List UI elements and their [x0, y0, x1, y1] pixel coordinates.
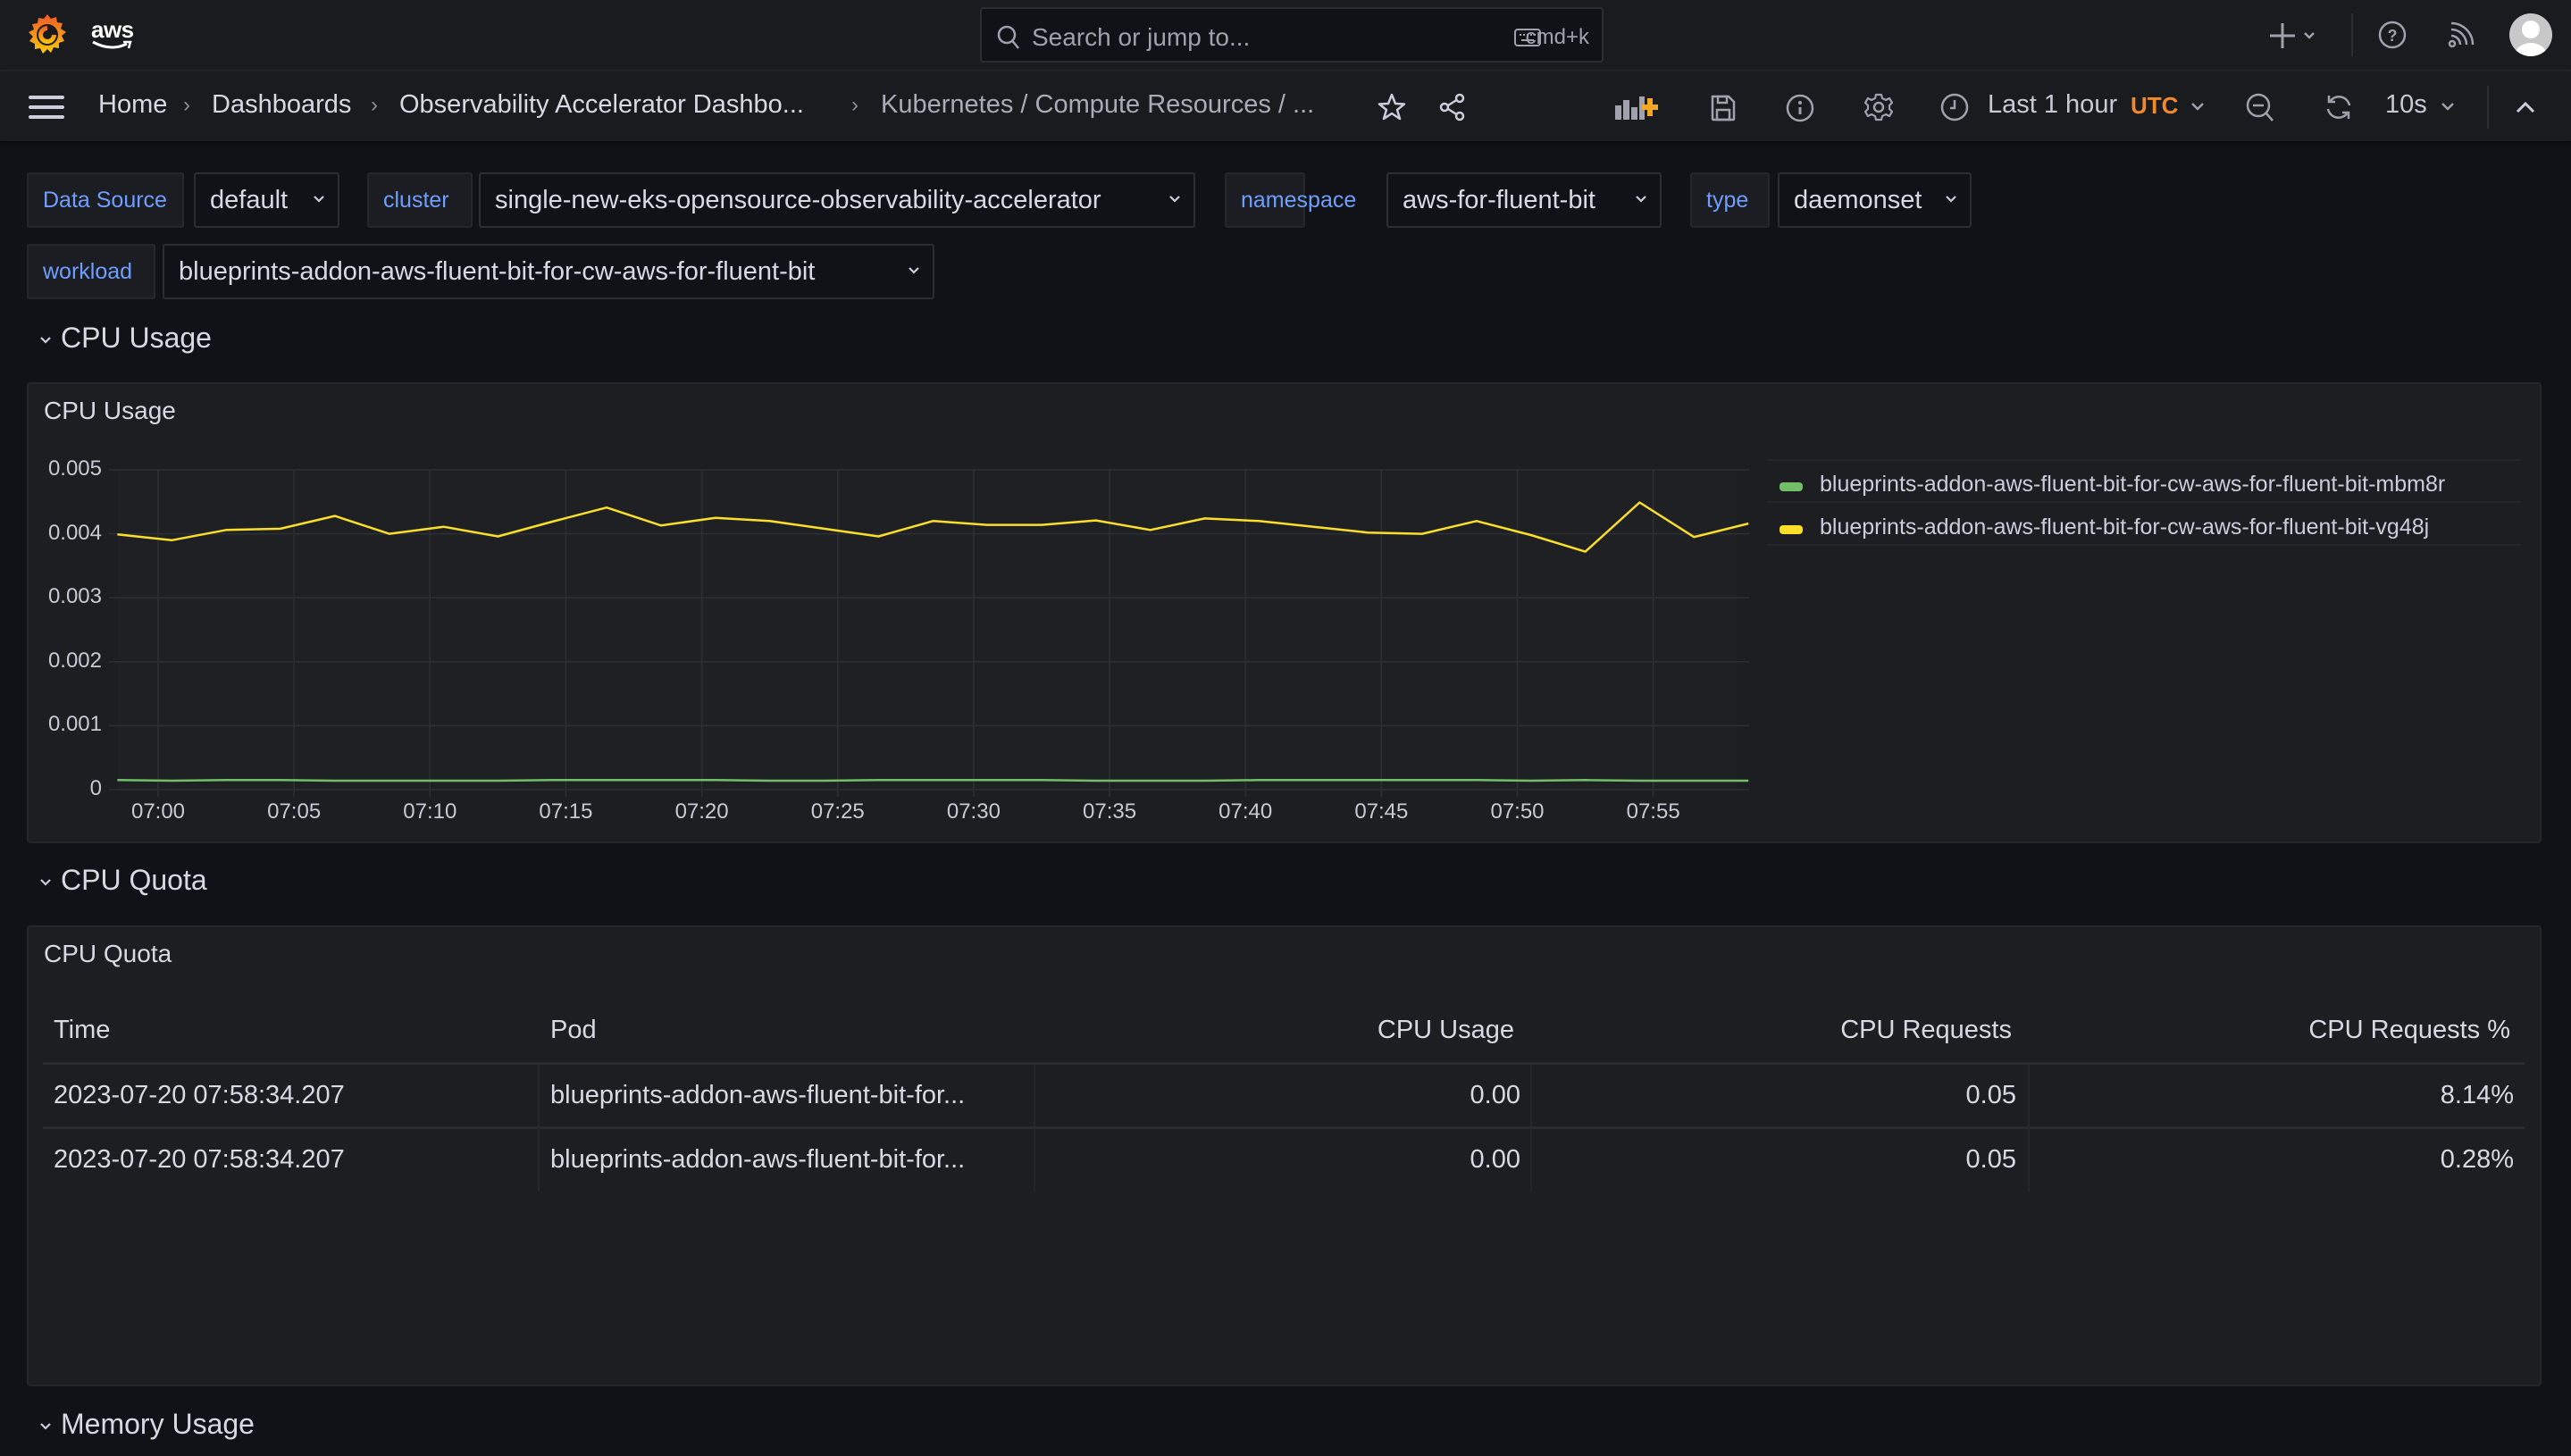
x-tick-label: 07:30 — [946, 799, 1001, 824]
cell-pod: blueprints-addon-aws-fluent-bit-for... — [550, 1145, 966, 1174]
panel-title[interactable]: CPU Quota — [44, 940, 172, 968]
x-tick-label: 07:00 — [130, 799, 186, 824]
cell-pod: blueprints-addon-aws-fluent-bit-for... — [550, 1081, 966, 1109]
column-header-cpu-usage[interactable]: CPU Usage — [1378, 1016, 1514, 1045]
row-title: Memory Usage — [61, 1408, 255, 1440]
cpu-quota-panel: CPU Quota — [27, 925, 2542, 1386]
cell-cpu-requests-percent: 0.28% — [2440, 1145, 2514, 1174]
cell-time: 2023-07-20 07:58:34.207 — [54, 1145, 345, 1174]
legend-item[interactable]: blueprints-addon-aws-fluent-bit-for-cw-a… — [1820, 515, 2429, 540]
x-tick-label: 07:25 — [810, 799, 865, 824]
column-divider — [2028, 1065, 2030, 1192]
legend-divider — [1766, 459, 2522, 461]
table-header-divider — [43, 1062, 2525, 1065]
column-header-cpu-requests-percent[interactable]: CPU Requests % — [2308, 1016, 2510, 1045]
row-header-cpu-quota[interactable]: CPU Quota — [39, 864, 207, 897]
column-divider — [1034, 1065, 1035, 1192]
cell-cpu-usage: 0.00 — [1470, 1081, 1520, 1109]
cell-cpu-requests: 0.05 — [1965, 1081, 2016, 1109]
x-tick-label: 07:45 — [1354, 799, 1409, 824]
x-tick-label: 07:35 — [1083, 799, 1137, 824]
column-divider — [538, 1065, 540, 1192]
y-tick-label: 0.001 — [47, 712, 102, 737]
column-header-cpu-requests[interactable]: CPU Requests — [1840, 1016, 2012, 1045]
legend-swatch — [1780, 482, 1803, 491]
x-tick-label: 07:20 — [674, 799, 729, 824]
y-tick-label: 0.003 — [47, 584, 102, 609]
y-tick-label: 0.002 — [47, 648, 102, 673]
cell-cpu-requests: 0.05 — [1965, 1145, 2016, 1174]
legend-item[interactable]: blueprints-addon-aws-fluent-bit-for-cw-a… — [1820, 472, 2445, 498]
x-tick-label: 07:55 — [1626, 799, 1680, 824]
row-title: CPU Quota — [61, 864, 207, 896]
column-header-time[interactable]: Time — [54, 1016, 110, 1045]
chevron-down-icon — [40, 878, 51, 886]
legend-divider — [1766, 544, 2522, 546]
cell-cpu-usage: 0.00 — [1470, 1145, 1520, 1174]
series-line-mbm8r — [117, 779, 1749, 782]
x-tick-label: 07:40 — [1219, 799, 1273, 824]
x-tick-label: 07:50 — [1490, 799, 1545, 824]
y-tick-label: 0.005 — [47, 456, 102, 481]
x-tick-label: 07:10 — [403, 799, 457, 824]
plot-area — [118, 470, 1737, 790]
cell-cpu-requests-percent: 8.14% — [2440, 1081, 2514, 1109]
y-tick-label: 0.004 — [47, 520, 102, 545]
cpu-usage-chart[interactable] — [0, 0, 2571, 893]
row-header-memory-usage[interactable]: Memory Usage — [39, 1408, 255, 1441]
legend-swatch — [1780, 525, 1803, 534]
x-tick-label: 07:05 — [267, 799, 322, 824]
chevron-down-icon — [40, 1422, 51, 1430]
column-divider — [1530, 1065, 1532, 1192]
y-tick-label: 0 — [89, 776, 102, 800]
legend-divider — [1766, 501, 2522, 503]
table-row-divider — [43, 1126, 2525, 1129]
cell-time: 2023-07-20 07:58:34.207 — [54, 1081, 345, 1109]
column-header-pod[interactable]: Pod — [550, 1016, 597, 1045]
x-tick-label: 07:15 — [539, 799, 593, 824]
